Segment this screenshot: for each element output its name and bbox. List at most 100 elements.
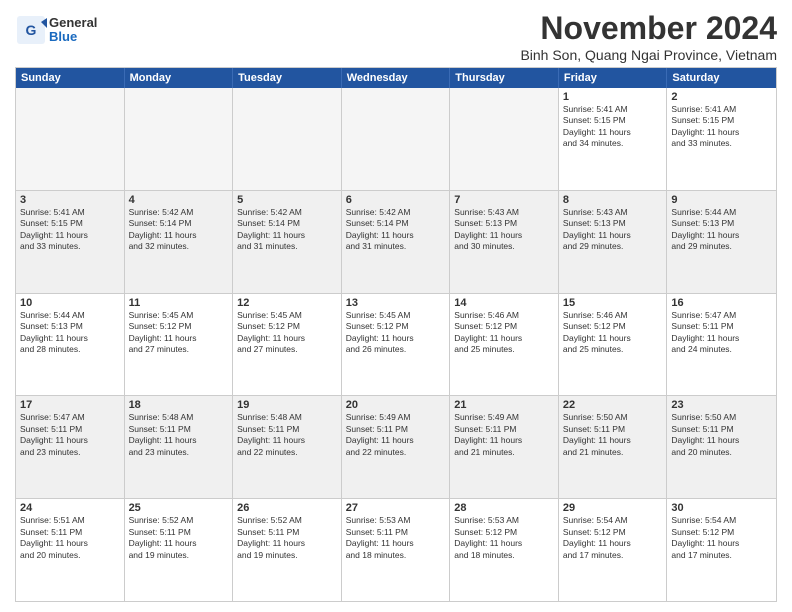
day-info: Sunrise: 5:51 AM Sunset: 5:11 PM Dayligh…: [20, 515, 120, 561]
calendar-cell: [16, 88, 125, 190]
month-title: November 2024: [520, 10, 777, 47]
page: G General Blue November 2024 Binh Son, Q…: [0, 0, 792, 612]
calendar-cell: 8Sunrise: 5:43 AM Sunset: 5:13 PM Daylig…: [559, 191, 668, 293]
calendar-cell: [233, 88, 342, 190]
day-info: Sunrise: 5:41 AM Sunset: 5:15 PM Dayligh…: [20, 207, 120, 253]
calendar-cell: 15Sunrise: 5:46 AM Sunset: 5:12 PM Dayli…: [559, 294, 668, 396]
calendar-header-cell: Thursday: [450, 68, 559, 88]
day-number: 20: [346, 399, 446, 411]
day-info: Sunrise: 5:45 AM Sunset: 5:12 PM Dayligh…: [129, 310, 229, 356]
day-number: 12: [237, 297, 337, 309]
day-number: 21: [454, 399, 554, 411]
day-info: Sunrise: 5:48 AM Sunset: 5:11 PM Dayligh…: [129, 412, 229, 458]
day-number: 15: [563, 297, 663, 309]
calendar-cell: 30Sunrise: 5:54 AM Sunset: 5:12 PM Dayli…: [667, 499, 776, 601]
day-info: Sunrise: 5:53 AM Sunset: 5:12 PM Dayligh…: [454, 515, 554, 561]
day-info: Sunrise: 5:49 AM Sunset: 5:11 PM Dayligh…: [346, 412, 446, 458]
calendar-cell: 26Sunrise: 5:52 AM Sunset: 5:11 PM Dayli…: [233, 499, 342, 601]
calendar-cell: 22Sunrise: 5:50 AM Sunset: 5:11 PM Dayli…: [559, 396, 668, 498]
day-number: 11: [129, 297, 229, 309]
title-area: November 2024 Binh Son, Quang Ngai Provi…: [520, 10, 777, 63]
calendar-header-cell: Friday: [559, 68, 668, 88]
calendar-cell: 11Sunrise: 5:45 AM Sunset: 5:12 PM Dayli…: [125, 294, 234, 396]
logo-icon: G: [15, 14, 47, 46]
calendar-header-cell: Monday: [125, 68, 234, 88]
day-info: Sunrise: 5:50 AM Sunset: 5:11 PM Dayligh…: [563, 412, 663, 458]
day-number: 13: [346, 297, 446, 309]
calendar-cell: 12Sunrise: 5:45 AM Sunset: 5:12 PM Dayli…: [233, 294, 342, 396]
day-info: Sunrise: 5:53 AM Sunset: 5:11 PM Dayligh…: [346, 515, 446, 561]
day-info: Sunrise: 5:46 AM Sunset: 5:12 PM Dayligh…: [454, 310, 554, 356]
calendar-cell: 14Sunrise: 5:46 AM Sunset: 5:12 PM Dayli…: [450, 294, 559, 396]
day-info: Sunrise: 5:43 AM Sunset: 5:13 PM Dayligh…: [563, 207, 663, 253]
calendar-cell: 13Sunrise: 5:45 AM Sunset: 5:12 PM Dayli…: [342, 294, 451, 396]
calendar-cell: 24Sunrise: 5:51 AM Sunset: 5:11 PM Dayli…: [16, 499, 125, 601]
logo: G General Blue: [15, 14, 97, 46]
day-info: Sunrise: 5:47 AM Sunset: 5:11 PM Dayligh…: [671, 310, 772, 356]
logo-blue: Blue: [49, 30, 97, 44]
calendar-cell: 7Sunrise: 5:43 AM Sunset: 5:13 PM Daylig…: [450, 191, 559, 293]
day-number: 1: [563, 91, 663, 103]
day-number: 4: [129, 194, 229, 206]
calendar-cell: 2Sunrise: 5:41 AM Sunset: 5:15 PM Daylig…: [667, 88, 776, 190]
calendar: SundayMondayTuesdayWednesdayThursdayFrid…: [15, 67, 777, 602]
header-area: G General Blue November 2024 Binh Son, Q…: [15, 10, 777, 63]
day-number: 17: [20, 399, 120, 411]
calendar-cell: 19Sunrise: 5:48 AM Sunset: 5:11 PM Dayli…: [233, 396, 342, 498]
day-info: Sunrise: 5:54 AM Sunset: 5:12 PM Dayligh…: [563, 515, 663, 561]
calendar-cell: 16Sunrise: 5:47 AM Sunset: 5:11 PM Dayli…: [667, 294, 776, 396]
calendar-cell: 3Sunrise: 5:41 AM Sunset: 5:15 PM Daylig…: [16, 191, 125, 293]
day-info: Sunrise: 5:46 AM Sunset: 5:12 PM Dayligh…: [563, 310, 663, 356]
day-number: 23: [671, 399, 772, 411]
calendar-cell: 18Sunrise: 5:48 AM Sunset: 5:11 PM Dayli…: [125, 396, 234, 498]
calendar-cell: [125, 88, 234, 190]
day-number: 6: [346, 194, 446, 206]
calendar-header-cell: Sunday: [16, 68, 125, 88]
day-number: 29: [563, 502, 663, 514]
day-number: 28: [454, 502, 554, 514]
day-info: Sunrise: 5:52 AM Sunset: 5:11 PM Dayligh…: [129, 515, 229, 561]
day-number: 27: [346, 502, 446, 514]
day-number: 8: [563, 194, 663, 206]
calendar-cell: 9Sunrise: 5:44 AM Sunset: 5:13 PM Daylig…: [667, 191, 776, 293]
location: Binh Son, Quang Ngai Province, Vietnam: [520, 47, 777, 63]
day-info: Sunrise: 5:42 AM Sunset: 5:14 PM Dayligh…: [129, 207, 229, 253]
day-info: Sunrise: 5:44 AM Sunset: 5:13 PM Dayligh…: [671, 207, 772, 253]
day-number: 25: [129, 502, 229, 514]
day-number: 18: [129, 399, 229, 411]
calendar-header-cell: Saturday: [667, 68, 776, 88]
calendar-cell: 28Sunrise: 5:53 AM Sunset: 5:12 PM Dayli…: [450, 499, 559, 601]
day-number: 5: [237, 194, 337, 206]
day-info: Sunrise: 5:45 AM Sunset: 5:12 PM Dayligh…: [237, 310, 337, 356]
calendar-cell: 27Sunrise: 5:53 AM Sunset: 5:11 PM Dayli…: [342, 499, 451, 601]
day-info: Sunrise: 5:50 AM Sunset: 5:11 PM Dayligh…: [671, 412, 772, 458]
day-info: Sunrise: 5:48 AM Sunset: 5:11 PM Dayligh…: [237, 412, 337, 458]
calendar-cell: 1Sunrise: 5:41 AM Sunset: 5:15 PM Daylig…: [559, 88, 668, 190]
calendar-cell: 25Sunrise: 5:52 AM Sunset: 5:11 PM Dayli…: [125, 499, 234, 601]
calendar-cell: 29Sunrise: 5:54 AM Sunset: 5:12 PM Dayli…: [559, 499, 668, 601]
day-number: 22: [563, 399, 663, 411]
day-info: Sunrise: 5:41 AM Sunset: 5:15 PM Dayligh…: [563, 104, 663, 150]
calendar-cell: 20Sunrise: 5:49 AM Sunset: 5:11 PM Dayli…: [342, 396, 451, 498]
day-info: Sunrise: 5:44 AM Sunset: 5:13 PM Dayligh…: [20, 310, 120, 356]
calendar-cell: 5Sunrise: 5:42 AM Sunset: 5:14 PM Daylig…: [233, 191, 342, 293]
calendar-header: SundayMondayTuesdayWednesdayThursdayFrid…: [16, 68, 776, 88]
day-number: 26: [237, 502, 337, 514]
calendar-cell: 4Sunrise: 5:42 AM Sunset: 5:14 PM Daylig…: [125, 191, 234, 293]
day-number: 16: [671, 297, 772, 309]
day-info: Sunrise: 5:52 AM Sunset: 5:11 PM Dayligh…: [237, 515, 337, 561]
day-number: 19: [237, 399, 337, 411]
day-info: Sunrise: 5:49 AM Sunset: 5:11 PM Dayligh…: [454, 412, 554, 458]
calendar-cell: 10Sunrise: 5:44 AM Sunset: 5:13 PM Dayli…: [16, 294, 125, 396]
day-number: 14: [454, 297, 554, 309]
day-number: 30: [671, 502, 772, 514]
calendar-cell: 17Sunrise: 5:47 AM Sunset: 5:11 PM Dayli…: [16, 396, 125, 498]
day-info: Sunrise: 5:43 AM Sunset: 5:13 PM Dayligh…: [454, 207, 554, 253]
svg-text:G: G: [26, 22, 37, 38]
day-info: Sunrise: 5:45 AM Sunset: 5:12 PM Dayligh…: [346, 310, 446, 356]
calendar-header-cell: Wednesday: [342, 68, 451, 88]
day-number: 2: [671, 91, 772, 103]
calendar-row: 1Sunrise: 5:41 AM Sunset: 5:15 PM Daylig…: [16, 88, 776, 190]
day-number: 24: [20, 502, 120, 514]
calendar-cell: 23Sunrise: 5:50 AM Sunset: 5:11 PM Dayli…: [667, 396, 776, 498]
